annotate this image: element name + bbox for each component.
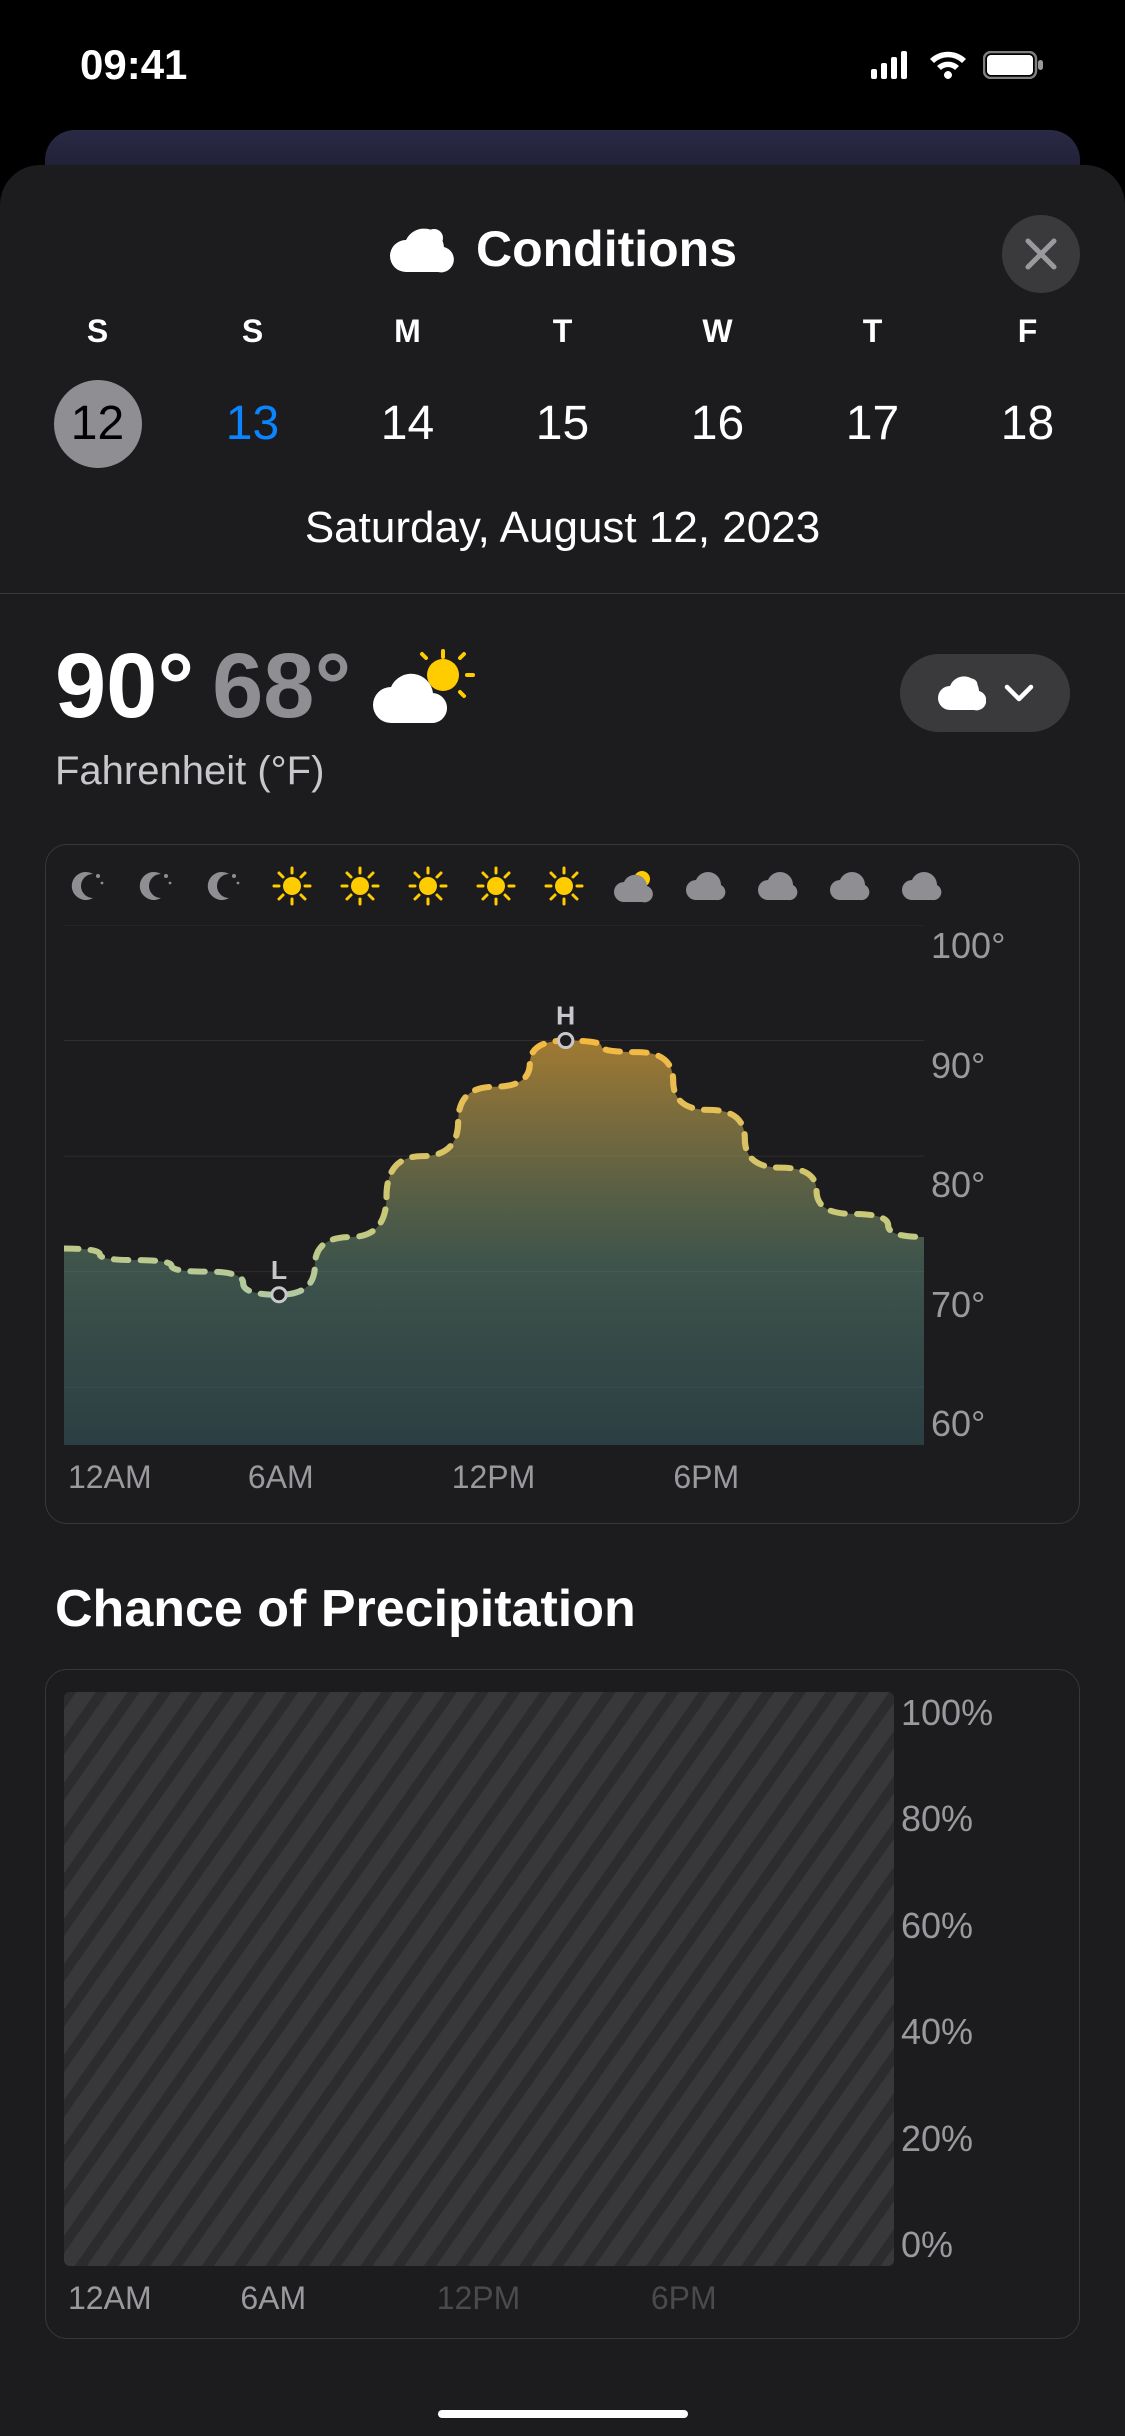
day-number: 15 xyxy=(519,380,607,468)
day-abbrev: S xyxy=(33,313,163,350)
x-tick: 12PM xyxy=(437,2280,521,2317)
y-tick: 70° xyxy=(931,1284,1061,1326)
chevron-down-icon xyxy=(1004,683,1034,703)
close-button[interactable] xyxy=(1002,215,1080,293)
y-tick: 40% xyxy=(901,2011,1061,2053)
partly-cloudy-icon xyxy=(369,647,479,727)
precip-chart-area xyxy=(64,1692,894,2266)
day-number: 13 xyxy=(209,380,297,468)
day-number: 18 xyxy=(984,380,1072,468)
high-temp: 90° xyxy=(55,634,194,739)
day-abbrev: S xyxy=(188,313,318,350)
day-col[interactable]: W 16 xyxy=(653,313,783,468)
day-abbrev: T xyxy=(808,313,938,350)
status-time: 09:41 xyxy=(80,41,187,89)
cloud-icon xyxy=(936,675,986,711)
day-col[interactable]: S 13 xyxy=(188,313,318,468)
night-icon xyxy=(68,866,108,911)
sun-icon xyxy=(476,866,516,911)
no-data-hatching xyxy=(64,1692,894,2266)
y-tick: 90° xyxy=(931,1045,1061,1087)
svg-text:L: L xyxy=(271,1255,287,1285)
sheet-header: Conditions xyxy=(0,165,1125,313)
precipitation-title: Chance of Precipitation xyxy=(0,1524,1125,1669)
title-text: Conditions xyxy=(476,220,737,278)
night-icon xyxy=(204,866,244,911)
sun-icon xyxy=(408,866,448,911)
battery-icon xyxy=(983,51,1045,79)
home-indicator[interactable] xyxy=(438,2410,688,2418)
night-icon xyxy=(136,866,176,911)
x-tick: 6AM xyxy=(248,1459,314,1496)
precipitation-chart[interactable]: 100% 80% 60% 40% 20% 0% 12AM 6AM 12PM 6P… xyxy=(45,1669,1080,2339)
y-tick: 20% xyxy=(901,2118,1061,2160)
sun-icon xyxy=(272,866,312,911)
day-abbrev: W xyxy=(653,313,783,350)
day-number: 16 xyxy=(674,380,762,468)
y-tick: 100° xyxy=(931,925,1061,967)
partly-icon xyxy=(612,866,656,911)
status-indicators xyxy=(871,50,1045,80)
sun-icon xyxy=(544,866,584,911)
y-tick: 0% xyxy=(901,2224,1061,2266)
precip-y-axis: 100% 80% 60% 40% 20% 0% xyxy=(901,1692,1061,2266)
day-col[interactable]: T 15 xyxy=(498,313,628,468)
close-icon xyxy=(1024,237,1058,271)
temperature-summary: 90°68° Fahrenheit (°F) xyxy=(0,594,1125,814)
hourly-condition-icons xyxy=(46,863,1079,913)
page-title: Conditions xyxy=(388,220,737,278)
day-number: 17 xyxy=(829,380,917,468)
cloud-icon xyxy=(828,866,872,911)
day-abbrev: M xyxy=(343,313,473,350)
selected-date: Saturday, August 12, 2023 xyxy=(0,468,1125,593)
low-temp: 68° xyxy=(212,634,351,739)
temp-chart-area: HL xyxy=(64,925,924,1445)
y-tick: 100% xyxy=(901,1692,1061,1734)
day-col[interactable]: T 17 xyxy=(808,313,938,468)
day-abbrev: T xyxy=(498,313,628,350)
cloud-icon xyxy=(388,224,454,274)
day-col[interactable]: F 18 xyxy=(963,313,1093,468)
cloud-icon xyxy=(756,866,800,911)
y-tick: 80° xyxy=(931,1164,1061,1206)
svg-text:H: H xyxy=(556,1001,575,1031)
x-tick: 6PM xyxy=(673,1459,739,1496)
x-tick: 6AM xyxy=(240,2280,306,2317)
sun-icon xyxy=(340,866,380,911)
y-tick: 60° xyxy=(931,1403,1061,1445)
temp-y-axis: 100° 90° 80° 70° 60° xyxy=(931,925,1061,1445)
wifi-icon xyxy=(927,50,969,80)
x-tick: 12PM xyxy=(452,1459,536,1496)
x-tick: 6PM xyxy=(651,2280,717,2317)
unit-label: Fahrenheit (°F) xyxy=(55,749,1070,794)
temp-x-axis: 12AM 6AM 12PM 6PM xyxy=(68,1459,919,1505)
day-col[interactable]: M 14 xyxy=(343,313,473,468)
cloud-icon xyxy=(684,866,728,911)
conditions-sheet: Conditions S 12 S 13 M 14 T 15 W 16 T 17 xyxy=(0,165,1125,2436)
y-tick: 80% xyxy=(901,1798,1061,1840)
day-col[interactable]: S 12 xyxy=(33,313,163,468)
y-tick: 60% xyxy=(901,1905,1061,1947)
cellular-icon xyxy=(871,51,913,79)
x-tick: 12AM xyxy=(68,2280,152,2317)
precip-x-axis: 12AM 6AM 12PM 6PM xyxy=(68,2280,889,2326)
day-number: 14 xyxy=(364,380,452,468)
status-bar: 09:41 xyxy=(0,0,1125,130)
x-tick: 12AM xyxy=(68,1459,152,1496)
day-abbrev: F xyxy=(963,313,1093,350)
temperature-chart[interactable]: HL 100° 90° 80° 70° 60° 12AM 6AM 12PM 6P… xyxy=(45,844,1080,1524)
chart-type-toggle[interactable] xyxy=(900,654,1070,732)
day-number: 12 xyxy=(54,380,142,468)
cloud-icon xyxy=(900,866,944,911)
day-selector: S 12 S 13 M 14 T 15 W 16 T 17 F 18 xyxy=(0,313,1125,468)
